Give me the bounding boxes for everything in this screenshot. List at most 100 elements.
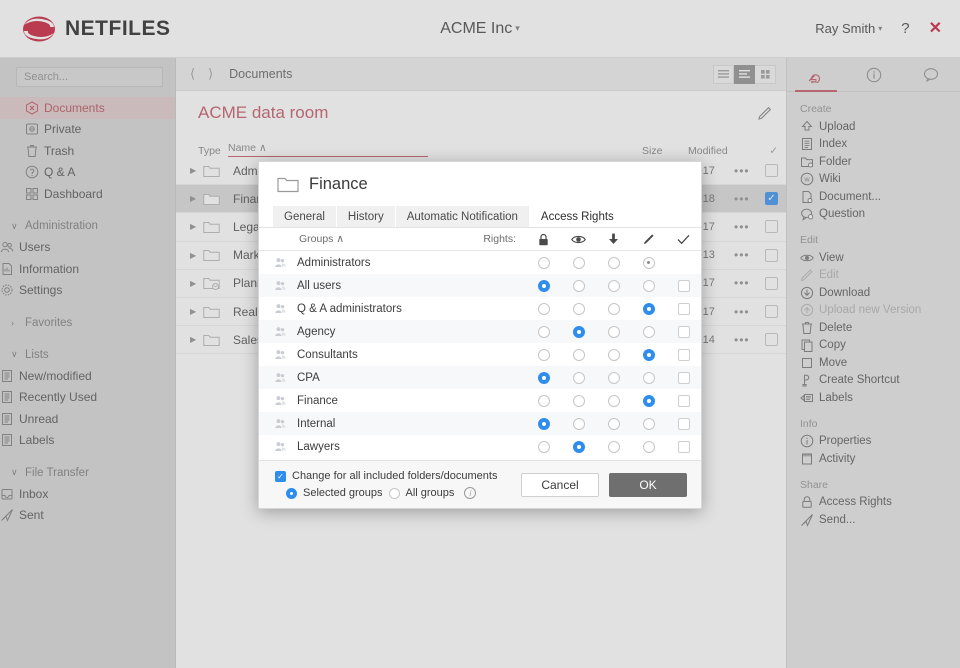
right-radio[interactable] xyxy=(643,372,655,384)
right-radio[interactable] xyxy=(573,303,585,315)
right-radio[interactable] xyxy=(573,257,585,269)
right-radio[interactable] xyxy=(573,349,585,361)
right-radio[interactable] xyxy=(538,441,550,453)
grid-view-button[interactable] xyxy=(755,65,776,84)
view-eye-icon[interactable] xyxy=(561,234,596,245)
comment-tab[interactable] xyxy=(902,58,960,91)
row-checkbox[interactable] xyxy=(756,333,778,346)
panel-action-folder[interactable]: Folder xyxy=(787,153,960,171)
row-checkbox[interactable] xyxy=(756,220,778,233)
info-tab[interactable] xyxy=(845,58,903,91)
sidebar-item-unread[interactable]: Unread xyxy=(0,408,175,430)
right-checkbox[interactable] xyxy=(678,303,690,315)
rights-row[interactable]: Q & A administrators xyxy=(259,297,701,320)
help-button[interactable]: ? xyxy=(901,20,909,37)
right-radio[interactable] xyxy=(573,395,585,407)
panel-action-activity[interactable]: Activity xyxy=(787,450,960,468)
right-radio[interactable] xyxy=(538,326,550,338)
right-radio[interactable] xyxy=(643,280,655,292)
pencil-icon[interactable] xyxy=(758,106,772,120)
sidebar-item-trash[interactable]: Trash xyxy=(0,140,175,162)
tab-access-rights[interactable]: Access Rights xyxy=(530,206,626,227)
panel-action-labels[interactable]: Labels xyxy=(787,389,960,407)
sidebar-item-labels[interactable]: Labels xyxy=(0,430,175,452)
expand-arrow-icon[interactable]: ▶ xyxy=(190,222,203,231)
right-radio[interactable] xyxy=(573,280,585,292)
sidebar-item-new-modified[interactable]: New/modified xyxy=(0,365,175,387)
column-type[interactable]: Type xyxy=(198,145,228,157)
scope-selected-radio[interactable] xyxy=(286,488,297,499)
rights-row[interactable]: Lawyers xyxy=(259,435,701,458)
panel-action-question[interactable]: Question xyxy=(787,206,960,224)
chevron-left-icon[interactable]: ⟨ xyxy=(190,66,195,82)
right-radio-selected[interactable] xyxy=(643,395,655,407)
scope-all-radio[interactable] xyxy=(389,488,400,499)
right-radio-selected[interactable] xyxy=(538,372,550,384)
panel-action-delete[interactable]: Delete xyxy=(787,319,960,337)
row-menu-button[interactable]: ••• xyxy=(734,333,756,347)
rights-row[interactable]: Finance xyxy=(259,389,701,412)
row-checkbox[interactable] xyxy=(756,277,778,290)
ok-button[interactable]: OK xyxy=(609,473,687,497)
breadcrumb[interactable]: Documents xyxy=(229,67,292,81)
column-select-all[interactable]: ✓ xyxy=(750,145,778,157)
download-arrow-icon[interactable] xyxy=(596,233,631,245)
right-radio[interactable] xyxy=(608,372,620,384)
panel-action-download[interactable]: Download xyxy=(787,284,960,302)
panel-action-send[interactable]: Send... xyxy=(787,511,960,529)
expand-arrow-icon[interactable]: ▶ xyxy=(190,335,203,344)
right-checkbox[interactable] xyxy=(678,349,690,361)
close-button[interactable]: ✕ xyxy=(929,21,942,37)
sidebar-group-lists[interactable]: ∨Lists xyxy=(0,344,175,365)
right-checkbox[interactable] xyxy=(678,441,690,453)
column-name[interactable]: Name ∧ xyxy=(228,142,428,157)
right-radio[interactable] xyxy=(608,326,620,338)
sidebar-item-q-a[interactable]: Q & A xyxy=(0,162,175,184)
groups-column-header[interactable]: Groups ∧ xyxy=(273,233,454,245)
expand-arrow-icon[interactable]: ▶ xyxy=(190,251,203,260)
panel-action-access-rights[interactable]: Access Rights xyxy=(787,494,960,512)
right-checkbox[interactable] xyxy=(678,326,690,338)
right-checkbox[interactable] xyxy=(678,280,690,292)
panel-action-view[interactable]: View xyxy=(787,249,960,267)
sidebar-item-documents[interactable]: Documents xyxy=(0,97,175,119)
sidebar-group-favorites[interactable]: ›Favorites xyxy=(0,312,175,333)
right-radio[interactable] xyxy=(608,441,620,453)
sidebar-item-inbox[interactable]: Inbox xyxy=(0,483,175,505)
right-radio[interactable] xyxy=(538,349,550,361)
right-checkbox[interactable] xyxy=(678,372,690,384)
right-radio[interactable] xyxy=(573,372,585,384)
row-menu-button[interactable]: ••• xyxy=(734,248,756,262)
right-radio-selected[interactable] xyxy=(643,303,655,315)
apply-all-checkbox[interactable]: ✓ xyxy=(275,471,286,482)
right-radio[interactable] xyxy=(538,395,550,407)
rights-row[interactable]: Consultants xyxy=(259,343,701,366)
no-access-lock-icon[interactable] xyxy=(526,233,561,246)
right-radio[interactable] xyxy=(643,441,655,453)
right-radio-selected[interactable] xyxy=(538,418,550,430)
right-radio-selected[interactable] xyxy=(573,441,585,453)
chevron-right-icon[interactable]: ⟩ xyxy=(208,66,213,82)
right-radio[interactable] xyxy=(608,303,620,315)
row-menu-button[interactable]: ••• xyxy=(734,220,756,234)
apply-all-option[interactable]: ✓ Change for all included folders/docume… xyxy=(275,470,497,482)
user-menu[interactable]: Ray Smith▾ xyxy=(815,21,882,36)
expand-arrow-icon[interactable]: ▶ xyxy=(190,194,203,203)
sidebar-item-sent[interactable]: Sent xyxy=(0,505,175,527)
right-radio[interactable] xyxy=(643,418,655,430)
panel-action-upload[interactable]: Upload xyxy=(787,118,960,136)
right-radio[interactable] xyxy=(608,257,620,269)
right-radio[interactable] xyxy=(608,395,620,407)
tools-tab[interactable] xyxy=(787,58,845,91)
sidebar-item-recently-used[interactable]: Recently Used xyxy=(0,387,175,409)
row-checkbox[interactable] xyxy=(756,305,778,318)
list-view-button[interactable] xyxy=(713,65,734,84)
right-radio-selected[interactable] xyxy=(538,280,550,292)
info-icon[interactable]: i xyxy=(464,487,476,499)
row-checkbox[interactable] xyxy=(756,164,778,177)
panel-action-create-shortcut[interactable]: Create Shortcut xyxy=(787,372,960,390)
right-radio-selected[interactable] xyxy=(643,349,655,361)
right-radio[interactable] xyxy=(538,257,550,269)
tab-history[interactable]: History xyxy=(337,206,396,227)
sidebar-item-users[interactable]: Users xyxy=(0,237,175,259)
